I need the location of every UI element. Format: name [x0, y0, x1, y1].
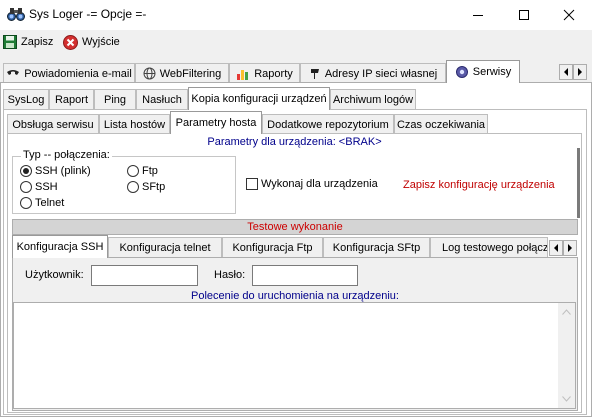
tab-webfiltering[interactable]: WebFiltering — [135, 63, 229, 83]
maximize-button[interactable] — [501, 0, 547, 30]
tab-additional-repository[interactable]: Dodatkowe repozytorium — [262, 114, 394, 134]
tab-syslog[interactable]: SysLog — [3, 89, 49, 109]
command-label: Polecenie do uruchomienia na urządzeniu: — [191, 290, 399, 302]
tab-email-notifications[interactable]: Powiadomienia e-mail — [3, 63, 135, 83]
tab-host-list[interactable]: Lista hostów — [99, 114, 170, 134]
gear-icon — [455, 66, 468, 78]
main-tabs-scroll-right[interactable] — [573, 64, 587, 80]
tab-services[interactable]: Serwisy — [446, 60, 520, 83]
tab-host-parameters[interactable]: Parametry hosta — [170, 111, 262, 134]
phone-icon — [7, 69, 20, 75]
radio-telnet[interactable]: Telnet — [20, 197, 64, 209]
save-device-config-link[interactable]: Zapisz konfigurację urządzenia — [403, 179, 555, 191]
toolbar: Zapisz Wyjście — [0, 30, 592, 54]
user-label: Użytkownik: — [25, 269, 84, 281]
scroll-down-icon — [562, 396, 571, 402]
test-run-bar[interactable]: Testowe wykonanie — [12, 219, 578, 235]
radio-dot — [20, 181, 32, 193]
save-label: Zapisz — [21, 36, 54, 48]
window-title: Sys Loger -= Opcje =- — [29, 7, 147, 21]
tab-device-config-backup[interactable]: Kopia konfiguracji urządzeń — [188, 87, 330, 110]
vertical-splitter[interactable] — [577, 148, 580, 218]
execute-for-device-checkbox[interactable]: Wykonaj dla urządzenia — [246, 178, 378, 190]
globe-icon — [143, 67, 156, 80]
radio-ftp[interactable]: Ftp — [127, 165, 158, 177]
radio-dot-selected — [20, 165, 32, 177]
radio-sftp[interactable]: SFtp — [127, 181, 165, 193]
connection-type-group-title: Typ -- połączenia: — [21, 149, 112, 161]
password-label: Hasło: — [214, 269, 246, 281]
tab-test-connection-log[interactable]: Log testowego połącz — [430, 237, 548, 257]
exit-label: Wyjście — [82, 36, 120, 48]
tab-ping[interactable]: Ping — [94, 89, 136, 109]
radio-ssh[interactable]: SSH — [20, 181, 58, 193]
close-button[interactable] — [546, 0, 592, 30]
scroll-up-icon — [562, 309, 571, 315]
tab-ftp-config[interactable]: Konfiguracja Ftp — [222, 237, 323, 257]
maximize-icon — [519, 10, 529, 20]
test-tabs-scroll-right[interactable] — [563, 240, 577, 256]
tab-telnet-config[interactable]: Konfiguracja telnet — [108, 237, 222, 257]
tab-ssh-config[interactable]: Konfiguracja SSH — [12, 235, 108, 258]
main-tabs-scroll-left[interactable] — [559, 64, 573, 80]
arrow-right-icon — [578, 68, 582, 76]
radio-ssh-plink[interactable]: SSH (plink) — [20, 165, 91, 177]
radio-dot — [127, 165, 139, 177]
arrow-left-icon — [554, 244, 558, 252]
exit-button[interactable]: Wyjście — [63, 33, 120, 51]
tab-sftp-config[interactable]: Konfiguracja SFtp — [323, 237, 430, 257]
tab-log-archive[interactable]: Archiwum logów — [330, 89, 416, 109]
pin-icon — [310, 68, 319, 79]
arrow-right-icon — [568, 244, 572, 252]
user-input[interactable] — [91, 265, 198, 286]
command-textarea[interactable] — [13, 302, 576, 409]
checkbox-box — [246, 178, 258, 190]
minimize-icon — [473, 15, 483, 16]
save-button[interactable]: Zapisz — [3, 33, 53, 51]
minimize-button[interactable] — [455, 0, 501, 30]
floppy-disk-icon — [3, 35, 17, 49]
arrow-left-icon — [564, 68, 568, 76]
tab-timeout[interactable]: Czas oczekiwania — [394, 114, 488, 134]
binoculars-icon — [7, 8, 25, 21]
tab-reports[interactable]: Raporty — [229, 63, 300, 83]
tab-listening[interactable]: Nasłuch — [136, 89, 188, 109]
device-parameters-header: Parametry dla urządzenia: <BRAK> — [207, 136, 382, 148]
radio-dot — [20, 197, 32, 209]
tab-service-handling[interactable]: Obsługa serwisu — [7, 114, 99, 134]
chart-icon — [237, 69, 249, 80]
password-input[interactable] — [252, 265, 358, 286]
tab-own-ip-addresses[interactable]: Adresy IP sieci własnej — [300, 63, 446, 83]
radio-dot — [127, 181, 139, 193]
title-bar: Sys Loger -= Opcje =- — [0, 0, 592, 30]
exit-icon — [63, 34, 78, 50]
test-tabs-scroll-left[interactable] — [549, 240, 563, 256]
tab-report[interactable]: Raport — [49, 89, 94, 109]
close-icon — [563, 9, 575, 21]
command-scrollbar[interactable] — [558, 303, 575, 408]
